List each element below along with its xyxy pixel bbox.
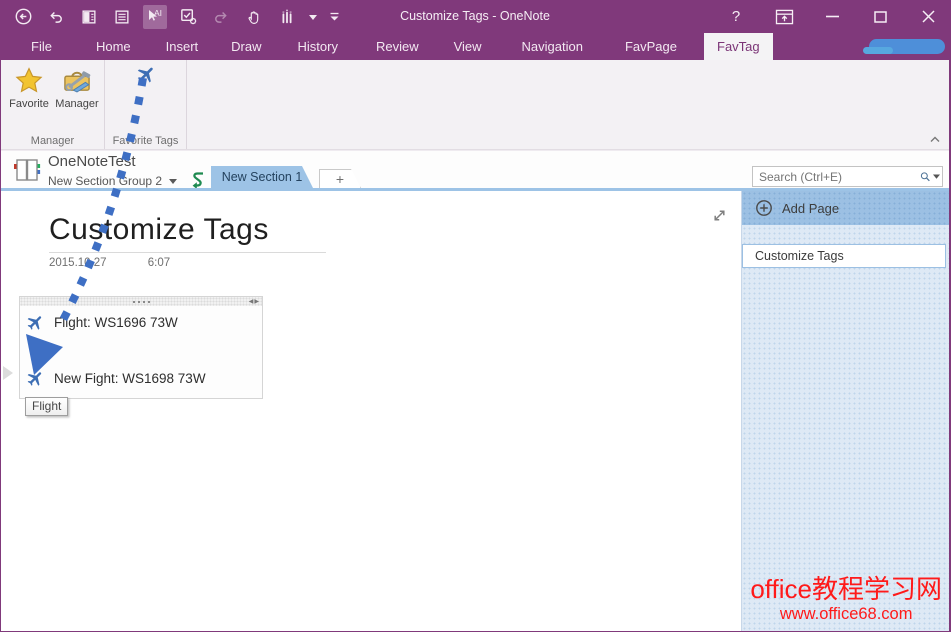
tab-navigation[interactable]: Navigation (509, 33, 596, 60)
help-icon[interactable]: ? (723, 4, 749, 30)
favorite-tag-flight-button[interactable] (122, 64, 170, 85)
dock-to-desktop-icon[interactable] (110, 5, 134, 29)
tab-insert[interactable]: Insert (153, 33, 212, 60)
note-text[interactable]: New Fight: WS1698 73W (54, 371, 206, 386)
quick-access-toolbar: AI (11, 0, 341, 33)
undo-icon[interactable] (44, 5, 68, 29)
tag-tooltip: Flight (25, 397, 68, 416)
tab-draw[interactable]: Draw (218, 33, 274, 60)
tab-view[interactable]: View (441, 33, 495, 60)
search-icon[interactable] (920, 169, 931, 185)
airplane-icon (136, 64, 157, 85)
tab-history[interactable]: History (285, 33, 351, 60)
favorite-button-label: Favorite (9, 98, 49, 110)
note-text[interactable]: Flight: WS1696 73W (54, 315, 178, 330)
maximize-icon[interactable] (867, 4, 893, 30)
collapse-ribbon-icon[interactable] (930, 135, 940, 145)
add-page-button[interactable]: Add Page (742, 191, 950, 225)
pan-hand-icon[interactable] (242, 5, 266, 29)
title-underline (49, 252, 326, 253)
customize-qat-icon[interactable] (327, 5, 341, 29)
airplane-tag-icon[interactable] (26, 369, 45, 388)
add-page-label: Add Page (782, 201, 839, 216)
ribbon-group-favorite-tags: Favorite Tags (105, 60, 187, 149)
search-input[interactable] (753, 170, 920, 184)
watermark-line1: office教程学习网 (750, 575, 942, 605)
manager-button-label: Manager (55, 98, 98, 110)
redo-icon (209, 5, 233, 29)
title-bar: AI Customize Tags - OneNote ? (1, 0, 949, 33)
note-line-1[interactable]: Flight: WS1696 73W (26, 313, 178, 332)
handle-dots-icon (133, 301, 135, 303)
toolbox-icon (61, 66, 93, 95)
close-icon[interactable] (915, 4, 941, 30)
select-ai-icon[interactable]: AI (143, 5, 167, 29)
note-container[interactable]: ◀▶ Flight: WS1696 73W New Fight: WS1698 … (19, 296, 263, 399)
watermark: office教程学习网 www.office68.com (750, 575, 942, 624)
note-container-move-handle[interactable]: ◀▶ (20, 297, 262, 306)
tab-home[interactable]: Home (83, 33, 144, 60)
onenote-window: AI Customize Tags - OneNote ? (0, 0, 951, 632)
ribbon-tab-bar: File Home Insert Draw History Review Vie… (1, 33, 949, 60)
page-time: 6:07 (148, 257, 170, 269)
plus-circle-icon (755, 199, 773, 217)
notebook-dropdown-icon[interactable] (169, 179, 177, 184)
search-box (752, 166, 943, 187)
ribbon-group-manager: Favorite Manager Manager (1, 60, 105, 149)
ribbon: Favorite Manager Manager Favorite Tags (1, 60, 949, 150)
page-meta: 2015.10.27 6:07 (49, 257, 170, 269)
tab-file[interactable]: File (18, 33, 65, 60)
resize-arrows-icon[interactable]: ◀▶ (249, 298, 260, 305)
section-tab-new-section-1[interactable]: New Section 1 (211, 166, 313, 188)
ribbon-group-label-manager: Manager (1, 135, 104, 147)
window-controls: ? (723, 0, 941, 33)
search-scope-dropdown-icon[interactable] (931, 174, 942, 179)
notebook-title[interactable]: OneNoteTest (48, 153, 136, 170)
custom-tags-icon[interactable] (176, 5, 200, 29)
page-canvas[interactable]: Customize Tags 2015.10.27 6:07 ◀▶ Flight… (1, 191, 741, 632)
airplane-tag-icon[interactable] (26, 313, 45, 332)
favorite-button[interactable]: Favorite (5, 66, 53, 110)
watermark-line2: www.office68.com (750, 605, 942, 624)
ribbon-group-label-favorite-tags: Favorite Tags (105, 135, 186, 147)
minimize-icon[interactable] (819, 4, 845, 30)
note-line-2[interactable]: New Fight: WS1698 73W (26, 369, 206, 388)
tab-favtag[interactable]: FavTag (704, 33, 773, 60)
notebook-icon[interactable] (12, 156, 42, 184)
tab-favpage[interactable]: FavPage (612, 33, 690, 60)
pens-icon[interactable] (275, 5, 299, 29)
manager-button[interactable]: Manager (53, 66, 101, 110)
tab-review[interactable]: Review (363, 33, 432, 60)
pens-dropdown-icon[interactable] (308, 5, 318, 29)
expand-page-icon[interactable] (711, 207, 728, 224)
star-icon (14, 66, 44, 95)
back-icon[interactable] (11, 5, 35, 29)
paragraph-handle-icon[interactable] (3, 366, 13, 380)
page-list-item-customize-tags[interactable]: Customize Tags (742, 244, 946, 268)
page-date: 2015.10.27 (49, 257, 107, 269)
section-group-label[interactable]: New Section Group 2 (48, 174, 162, 188)
page-list-panel: Add Page Customize Tags office教程学习网 www.… (741, 191, 950, 632)
ribbon-display-options-icon[interactable] (771, 4, 797, 30)
notebook-nav-bar: OneNoteTest New Section Group 2 (1, 150, 949, 188)
page-title[interactable]: Customize Tags (49, 213, 269, 247)
redacted-signin-scribble (869, 39, 945, 54)
full-page-view-icon[interactable] (77, 5, 101, 29)
svg-text:AI: AI (154, 8, 162, 18)
